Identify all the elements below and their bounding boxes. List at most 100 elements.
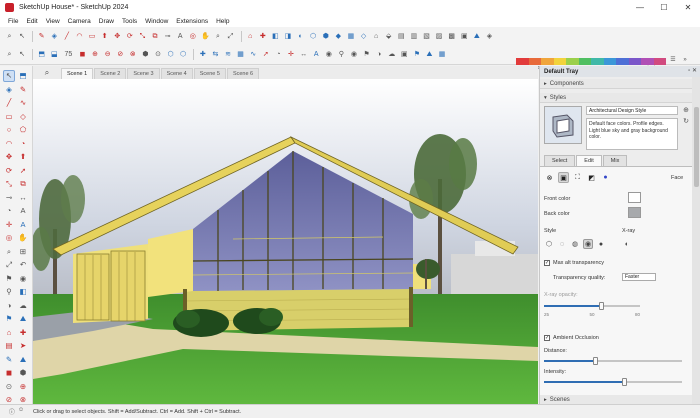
watermark-settings-icon[interactable]: ◩ [586,172,597,183]
push-pull-icon[interactable]: ⬆ [17,151,29,163]
edge-settings-icon[interactable]: ⊗ [544,172,555,183]
add-location-icon[interactable]: ⚑ [3,313,15,325]
section-icon[interactable]: ◧ [17,286,29,298]
zoom-extents-icon[interactable]: ⤢ [3,259,15,271]
minimize-button[interactable]: — [628,0,652,15]
position-camera-icon[interactable]: ⚑ [361,49,372,60]
back-view-icon[interactable]: ▨ [434,31,445,42]
camera-icon[interactable]: ◉ [323,49,334,60]
standard-view-icon[interactable]: ⌂ [371,31,382,42]
ao-intensity-slider[interactable] [544,378,682,386]
orbit-icon[interactable]: ◎ [187,31,198,42]
ao-distance-slider[interactable] [544,357,682,365]
menu-tools[interactable]: Tools [118,18,141,25]
arc-icon[interactable]: ◠ [74,31,85,42]
layout-icon[interactable]: ▤ [3,340,15,352]
pie-icon[interactable]: ◔ [17,138,29,150]
line-icon[interactable]: ╱ [61,31,72,42]
from-scratch-icon[interactable]: ▦ [235,49,246,60]
orbit-icon[interactable]: ◎ [3,232,15,244]
walk-icon[interactable]: ⚲ [336,49,347,60]
fog-icon[interactable]: ☁ [17,300,29,312]
three-d-text-icon[interactable]: A [311,49,322,60]
scale-icon[interactable]: ⤡ [137,31,148,42]
iso-view-icon[interactable]: ⬙ [383,31,394,42]
ao-distance-knob[interactable] [592,357,598,365]
textured-icon[interactable]: ▦ [345,31,356,42]
freehand-icon[interactable]: ∿ [17,97,29,109]
zoom-icon[interactable]: ⌕ [3,246,15,258]
ao-intensity-knob[interactable] [621,378,627,386]
rotate-icon[interactable]: ⟳ [3,165,15,177]
model-viewport[interactable] [33,79,538,404]
shadows-icon[interactable]: ◑ [374,49,385,60]
extension-icon[interactable]: ✚ [17,327,29,339]
from-contours-icon[interactable]: ≋ [223,49,234,60]
section-display-icon[interactable]: ◨ [282,31,293,42]
xray-opacity-knob[interactable] [599,302,605,310]
right-view-icon[interactable]: ▧ [421,31,432,42]
styles-panel-header[interactable]: ▾ Styles [540,93,692,103]
menu-help[interactable]: Help [212,18,233,25]
terrain-icon[interactable]: ⛰ [17,313,29,325]
trim-icon[interactable]: ⊘ [115,49,126,60]
face-settings-icon[interactable]: ▣ [558,172,569,183]
tab-scene-1[interactable]: Scene 1 [61,68,94,79]
dimension-icon[interactable]: ↔ [298,49,309,60]
arc-icon[interactable]: ◠ [3,138,15,150]
close-button[interactable]: ✕ [676,0,700,15]
tab-mix[interactable]: Mix [602,155,628,166]
wireframe-icon[interactable]: ⬡ [308,31,319,42]
tray-scrollbar[interactable] [692,77,700,404]
zoom-window-icon[interactable]: ⊞ [17,246,29,258]
select-icon[interactable]: ↖ [17,49,28,60]
three-d-text-icon[interactable]: A [17,219,29,231]
add-detail-icon[interactable]: ✚ [197,49,208,60]
tape-icon[interactable]: ⊸ [162,31,173,42]
left-view-icon[interactable]: ▩ [446,31,457,42]
section-icon[interactable]: ◧ [270,31,281,42]
protractor-icon[interactable]: ◔ [273,49,284,60]
component-icon[interactable]: ⬒ [17,70,29,82]
rotated-rect-icon[interactable]: ◇ [17,111,29,123]
background-settings-icon[interactable]: ⛶ [572,172,583,183]
move-icon[interactable]: ✥ [112,31,123,42]
shaded-icon[interactable]: ◆ [333,31,344,42]
flip-edge-icon[interactable]: ⇆ [210,49,221,60]
pan-icon[interactable]: ✋ [200,31,211,42]
hidden-line-style-icon[interactable]: ◌ [557,239,567,249]
front-view-icon[interactable]: ▥ [408,31,419,42]
bottom-view-icon[interactable]: ▣ [459,31,470,42]
line-icon[interactable]: ╱ [3,97,15,109]
rotate-icon[interactable]: ⟳ [124,31,135,42]
ambient-occlusion-checkbox[interactable]: ✓ [544,335,550,341]
extension-icon[interactable]: ✚ [257,31,268,42]
shaded-style-icon[interactable]: ◍ [570,239,580,249]
terrain-icon[interactable]: ⛰ [424,49,435,60]
textured-style-icon[interactable]: ◉ [583,239,593,249]
previous-icon[interactable]: ↶ [17,259,29,271]
axes-icon[interactable]: ✛ [285,49,296,60]
intersect-icon[interactable]: ⊙ [3,381,15,393]
toolbar-menu-icon[interactable]: ☰ [668,56,678,64]
search-icon[interactable]: ⌕ [4,31,15,42]
menu-file[interactable]: File [4,18,22,25]
tab-select[interactable]: Select [544,155,576,166]
sandbox-icon[interactable]: ⛰ [471,31,482,42]
menu-view[interactable]: View [42,18,64,25]
monochrome-icon[interactable]: ◇ [358,31,369,42]
zoom-extents-icon[interactable]: ⤢ [225,31,236,42]
xray-toggle-icon[interactable]: ◐ [622,239,632,249]
menu-window[interactable]: Window [141,18,172,25]
tab-scene-5[interactable]: Scene 5 [193,68,226,79]
dimension-icon[interactable]: ↔ [17,192,29,204]
scale-icon[interactable]: ⤡ [3,178,15,190]
paint-icon[interactable]: ◈ [3,84,15,96]
walk-icon[interactable]: ⚲ [3,286,15,298]
tab-edit[interactable]: Edit [576,155,602,166]
drape-icon[interactable]: ⬡ [178,49,189,60]
paint-bucket-icon[interactable]: ◈ [484,31,495,42]
menu-draw[interactable]: Draw [95,18,118,25]
tab-scene-2[interactable]: Scene 2 [94,68,127,79]
offset-icon[interactable]: ⧉ [150,31,161,42]
